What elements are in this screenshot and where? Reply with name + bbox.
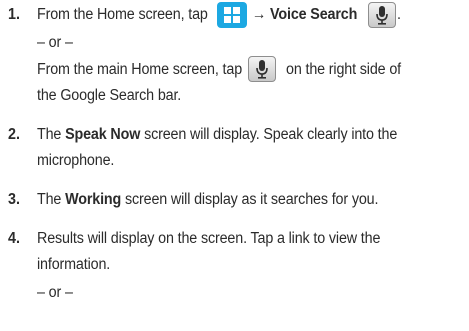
speak-now-label: Speak Now: [65, 126, 141, 143]
or-separator: – or –: [37, 284, 73, 301]
step-2-number: 2.: [8, 126, 20, 143]
step-2-line-1: The Speak Now screen will display. Speak…: [37, 126, 398, 143]
step-1-voice-search: → Voice Search: [252, 6, 357, 24]
microphone-icon: [368, 2, 396, 28]
step-1-line-3: the Google Search bar.: [37, 87, 182, 104]
step-2-line-2: microphone.: [37, 152, 115, 169]
instruction-document: 1. From the Home screen, tap → Voice Sea…: [0, 0, 469, 331]
microphone-icon: [248, 56, 276, 82]
step-3-number: 3.: [8, 191, 20, 208]
step-1-text: From the Home screen, tap: [37, 6, 208, 23]
step-1-number: 1.: [8, 6, 20, 23]
arrow-icon: →: [252, 6, 267, 23]
step-1-line-2b: on the right side of: [286, 61, 401, 78]
or-separator: – or –: [37, 34, 73, 51]
apps-grid-icon: [217, 2, 247, 28]
step-4-line-1: Results will display on the screen. Tap …: [37, 230, 381, 247]
step-1-period: .: [397, 6, 401, 23]
step-1-line-2a: From the main Home screen, tap: [37, 61, 243, 78]
voice-search-label: Voice Search: [270, 6, 358, 23]
step-1-line-1: From the Home screen, tap: [37, 6, 208, 24]
step-4-line-2: information.: [37, 256, 111, 273]
step-4-number: 4.: [8, 230, 20, 247]
step-3-line-1: The Working screen will display as it se…: [37, 191, 379, 208]
working-label: Working: [65, 191, 122, 208]
